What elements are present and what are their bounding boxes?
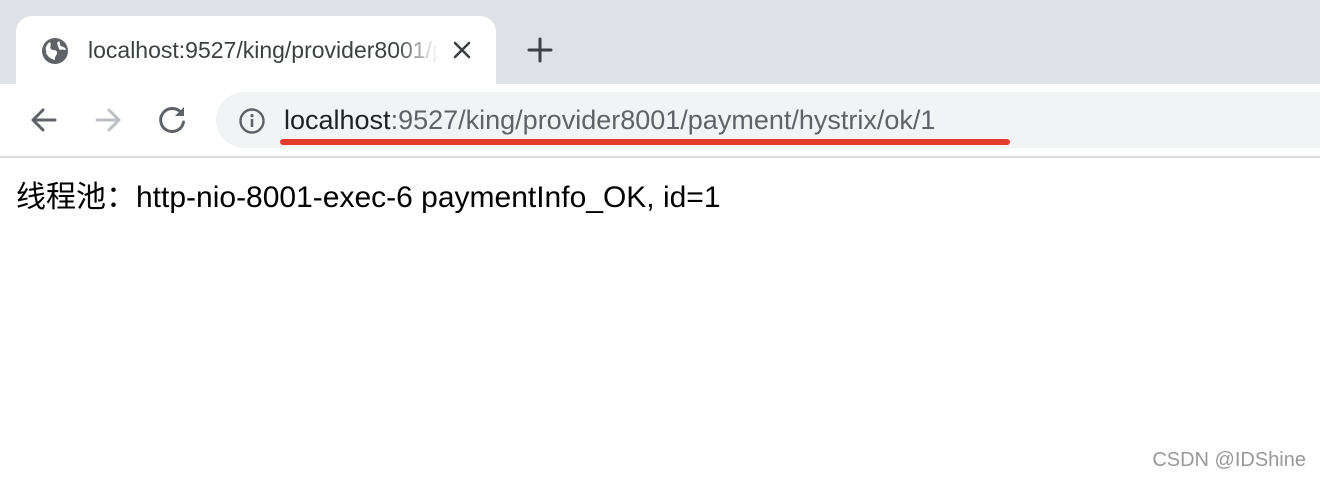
url-host: localhost (284, 105, 391, 135)
globe-icon (42, 38, 68, 64)
browser-tab[interactable]: localhost:9527/king/provider8001/payment… (16, 16, 496, 84)
url-annotation-underline (280, 139, 1010, 145)
back-arrow-icon[interactable] (24, 100, 64, 140)
url-path: :9527/king/provider8001/payment/hystrix/… (390, 105, 936, 135)
watermark: CSDN @IDShine (1152, 449, 1306, 471)
response-text: 线程池：http-nio-8001-exec-6 paymentInfo_OK,… (16, 181, 721, 214)
forward-arrow-icon[interactable] (88, 100, 128, 140)
tab-title: localhost:9527/king/provider8001/payment… (88, 37, 438, 63)
reload-icon[interactable] (152, 100, 192, 140)
toolbar: localhost:9527/king/provider8001/payment… (0, 84, 1320, 156)
tab-strip: localhost:9527/king/provider8001/payment… (0, 0, 1320, 84)
close-icon[interactable] (450, 38, 474, 62)
url-text[interactable]: localhost:9527/king/provider8001/payment… (284, 101, 935, 139)
plus-icon[interactable] (520, 30, 560, 70)
toolbar-divider (0, 156, 1320, 158)
info-icon[interactable] (238, 107, 266, 135)
